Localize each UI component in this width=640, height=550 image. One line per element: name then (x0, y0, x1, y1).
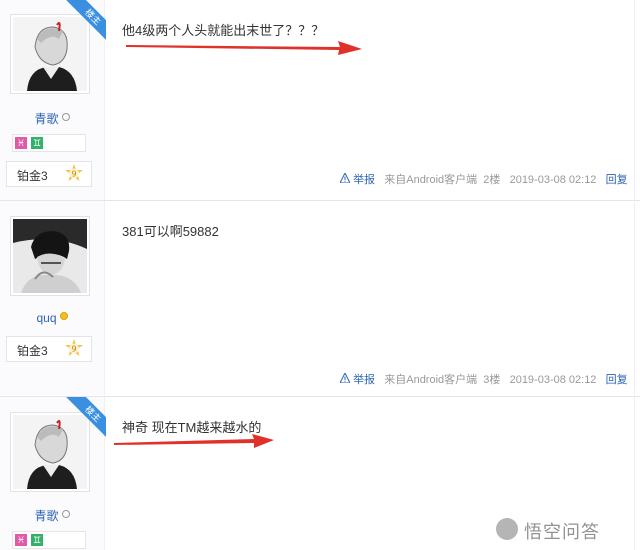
post-content: 他4级两个人头就能出末世了？？？ (122, 23, 325, 38)
red-arrow-annotation (114, 434, 274, 448)
reply-link[interactable]: 回复 (606, 374, 628, 386)
gender-icon (61, 113, 70, 121)
level-number: 9 (71, 345, 76, 354)
report-warning-icon (340, 173, 350, 183)
level-star-icon: 9 (65, 164, 83, 181)
author-sidebar: quq 铂金3 9 (0, 201, 105, 395)
post-floor-2: 楼主 青歌 ♓ ♊ 铂金3 9 他4级两个人头就能出末世了？？？ 举报 来自An… (0, 0, 640, 200)
avatar-image (13, 219, 87, 293)
user-badges: ♓ ♊ (12, 134, 86, 152)
avatar[interactable] (10, 216, 90, 296)
op-ribbon-label: 楼主 (66, 397, 106, 439)
floor-number: 2楼 (483, 174, 501, 186)
watermark: 悟空问答 (496, 514, 630, 544)
user-badges: ♓ ♊ (12, 531, 86, 549)
pisces-icon: ♓ (15, 137, 27, 149)
post-content: 381可以啊59882 (122, 224, 219, 239)
red-arrow-annotation (126, 41, 362, 55)
level-star-icon: 9 (65, 339, 83, 356)
source-label: 来自Android客户端 (384, 174, 478, 186)
scrollbar-track[interactable] (634, 0, 635, 550)
author-sidebar: 楼主 青歌 ♓ ♊ 铂金3 9 (0, 0, 106, 200)
pisces-icon: ♓ (15, 534, 27, 546)
vip-icon (59, 312, 68, 320)
post-meta: 举报 来自Android客户端 3楼 2019-03-08 02:12 回复 (340, 371, 628, 387)
op-ribbon-label: 楼主 (66, 0, 106, 42)
post-meta: 举报 来自Android客户端 2楼 2019-03-08 02:12 回复 (340, 171, 628, 187)
gender-icon (61, 510, 70, 518)
level-title: 铂金3 (17, 344, 48, 358)
username[interactable]: 青歌 (34, 112, 58, 126)
username[interactable]: 青歌 (34, 509, 58, 523)
post-time: 2019-03-08 02:12 (509, 174, 597, 186)
wukong-logo-icon (496, 518, 518, 540)
post-time: 2019-03-08 02:12 (509, 374, 597, 386)
username-row: 青歌 (0, 110, 104, 127)
report-link[interactable]: 举报 (353, 374, 375, 386)
watermark-text: 悟空问答 (524, 522, 600, 542)
author-sidebar: 楼主 青歌 ♓ ♊ (0, 397, 106, 550)
level-number: 9 (71, 170, 76, 179)
username[interactable]: quq (36, 311, 56, 325)
post-floor-3: quq 铂金3 9 381可以啊59882 举报 来自Android客户端 3楼… (0, 201, 640, 395)
op-ribbon: 楼主 (64, 0, 106, 42)
op-ribbon: 楼主 (64, 397, 106, 439)
level-badge[interactable]: 铂金3 9 (6, 336, 92, 362)
source-label: 来自Android客户端 (384, 374, 478, 386)
level-badge[interactable]: 铂金3 9 (6, 161, 92, 187)
username-row: quq (0, 311, 104, 325)
level-title: 铂金3 (17, 169, 48, 183)
reply-link[interactable]: 回复 (606, 174, 628, 186)
report-link[interactable]: 举报 (353, 174, 375, 186)
gemini-icon: ♊ (31, 137, 43, 149)
gemini-icon: ♊ (31, 534, 43, 546)
floor-number: 3楼 (483, 374, 501, 386)
username-row: 青歌 (0, 507, 104, 524)
report-warning-icon (340, 373, 350, 383)
